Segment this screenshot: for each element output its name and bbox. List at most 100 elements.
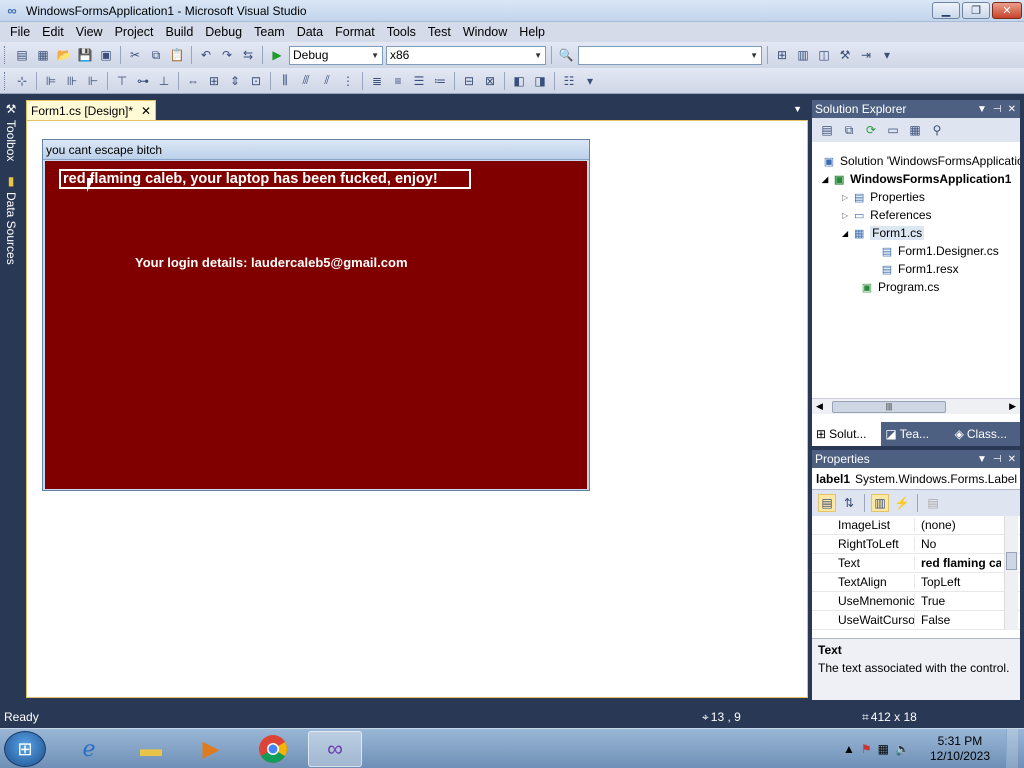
add-item-icon[interactable]: ▦ [34, 46, 52, 64]
align-tops-icon[interactable]: ⊤ [113, 72, 131, 90]
refresh-icon[interactable]: ⟳ [862, 121, 880, 139]
menu-edit[interactable]: Edit [36, 22, 70, 42]
platform-dropdown[interactable]: x86 ▼ [386, 45, 546, 65]
tab-class-view[interactable]: ◈ Class... [951, 422, 1020, 446]
scrollbar-thumb[interactable] [1006, 552, 1017, 570]
solution-explorer-icon[interactable]: ⊞ [773, 46, 791, 64]
menu-help[interactable]: Help [513, 22, 551, 42]
vertical-scrollbar[interactable] [1004, 516, 1018, 630]
show-desktop-button[interactable] [1006, 729, 1018, 768]
tree-node-form1-resx[interactable]: ▤ Form1.resx [880, 260, 959, 278]
clock[interactable]: 5:31 PM 12/10/2023 [930, 734, 990, 764]
expanded-arrow-icon[interactable]: ◢ [822, 175, 828, 184]
start-button[interactable]: ⊞ [4, 731, 46, 767]
close-panel-icon[interactable]: ✕ [1008, 454, 1016, 465]
increase-vertical-spacing-icon[interactable]: ≡ [389, 72, 407, 90]
show-all-files-icon[interactable]: ⧉ [840, 121, 858, 139]
cut-icon[interactable]: ✂ [126, 46, 144, 64]
form-designer-window[interactable]: you cant escape bitch red flaming caleb,… [42, 139, 590, 491]
start-page-icon[interactable]: ⇥ [857, 46, 875, 64]
horizontal-spacing-icon[interactable]: ⫼ [276, 72, 294, 90]
events-lightning-icon[interactable]: ⚡ [893, 494, 911, 512]
property-pages-icon[interactable]: ▤ [924, 494, 942, 512]
align-bottoms-icon[interactable]: ⊥ [155, 72, 173, 90]
properties-icon[interactable]: ▤ [818, 121, 836, 139]
close-tab-icon[interactable]: ✕ [141, 104, 151, 118]
menu-build[interactable]: Build [159, 22, 199, 42]
file-explorer-icon[interactable]: ▬ [124, 731, 178, 767]
property-row[interactable]: UseWaitCursor False [812, 611, 1020, 630]
menu-test[interactable]: Test [422, 22, 457, 42]
property-row[interactable]: ImageList (none) [812, 516, 1020, 535]
copy-icon[interactable]: ⧉ [147, 46, 165, 64]
property-value[interactable]: True [915, 594, 1001, 608]
new-project-icon[interactable]: ▤ [13, 46, 31, 64]
make-same-height-icon[interactable]: ⇕ [226, 72, 244, 90]
navigate-icon[interactable]: ⇆ [239, 46, 257, 64]
menu-view[interactable]: View [70, 22, 109, 42]
data-sources-tab[interactable]: ▮ Data Sources [2, 174, 20, 265]
toolbar-grip[interactable] [4, 71, 7, 90]
open-file-icon[interactable]: 📂 [55, 46, 73, 64]
internet-explorer-icon[interactable]: ℯ [62, 731, 116, 767]
tree-node-form1[interactable]: ◢ ▦ Form1.cs [842, 224, 925, 242]
tab-solution-explorer[interactable]: ⊞ Solut... [812, 422, 882, 446]
undo-icon[interactable]: ↶ [197, 46, 215, 64]
start-debugging-icon[interactable]: ▶ [268, 46, 286, 64]
tree-node-solution[interactable]: ▣ Solution 'WindowsFormsApplication1' [822, 152, 1020, 170]
property-row[interactable]: UseMnemonic True [812, 592, 1020, 611]
size-to-grid-icon[interactable]: ⊞ [205, 72, 223, 90]
scroll-right-icon[interactable]: ▶ [1009, 401, 1016, 412]
collapsed-arrow-icon[interactable]: ▷ [842, 211, 848, 220]
tab-form1-design[interactable]: Form1.cs [Design]* ✕ [26, 100, 156, 120]
property-row[interactable]: RightToLeft No [812, 535, 1020, 554]
tree-node-properties[interactable]: ▷ ▤ Properties [842, 188, 925, 206]
toolbox-tab[interactable]: ⚒ Toolbox [2, 102, 20, 161]
toolbox-icon[interactable]: ⚒ [836, 46, 854, 64]
property-value[interactable]: False [915, 613, 1001, 627]
view-designer-icon[interactable]: ▦ [906, 121, 924, 139]
categorized-icon[interactable]: ▤ [818, 494, 836, 512]
align-centers-icon[interactable]: ⊪ [63, 72, 81, 90]
save-all-icon[interactable]: ▣ [97, 46, 115, 64]
align-lefts-icon[interactable]: ⊫ [42, 72, 60, 90]
make-same-size-icon[interactable]: ⊡ [247, 72, 265, 90]
volume-icon[interactable]: 🔈 [895, 742, 910, 756]
properties-window-icon[interactable]: ▥ [794, 46, 812, 64]
menu-window[interactable]: Window [457, 22, 513, 42]
tree-node-project[interactable]: ◢ ▣ WindowsFormsApplication1 [822, 170, 1011, 188]
menu-format[interactable]: Format [329, 22, 381, 42]
make-same-width-icon[interactable]: ⇔ [184, 72, 202, 90]
scroll-left-icon[interactable]: ◀ [816, 401, 823, 412]
window-position-icon[interactable]: ▼ [977, 104, 987, 115]
toolbar-options-icon[interactable]: ▾ [878, 46, 896, 64]
action-center-icon[interactable]: ⚑ [861, 742, 872, 756]
tab-order-icon[interactable]: ☷ [560, 72, 578, 90]
window-position-icon[interactable]: ▼ [977, 454, 987, 465]
center-vertically-icon[interactable]: ⊠ [481, 72, 499, 90]
label1-selected[interactable]: red flaming caleb, your laptop has been … [59, 169, 471, 189]
close-button[interactable]: ✕ [992, 2, 1022, 19]
property-row[interactable]: TextAlign TopLeft [812, 573, 1020, 592]
horizontal-scrollbar[interactable]: ◀ ||| ▶ [812, 398, 1020, 414]
auto-hide-pin-icon[interactable]: ⊣ [993, 104, 1002, 115]
increase-horizontal-spacing-icon[interactable]: ⫻ [297, 72, 315, 90]
collapsed-arrow-icon[interactable]: ▷ [842, 193, 848, 202]
paste-icon[interactable]: 📋 [168, 46, 186, 64]
configuration-dropdown[interactable]: Debug ▼ [289, 45, 383, 65]
bring-to-front-icon[interactable]: ◧ [510, 72, 528, 90]
vertical-spacing-icon[interactable]: ≣ [368, 72, 386, 90]
property-value[interactable]: (none) [915, 518, 1001, 532]
tree-node-form1-designer[interactable]: ▤ Form1.Designer.cs [880, 242, 999, 260]
save-icon[interactable]: 💾 [76, 46, 94, 64]
minimize-button[interactable]: ▁ [932, 2, 960, 19]
alphabetical-icon[interactable]: ⇅ [840, 494, 858, 512]
tree-node-program[interactable]: ▣ Program.cs [860, 278, 940, 296]
property-value[interactable]: TopLeft [915, 575, 1001, 589]
scrollbar-thumb[interactable]: ||| [832, 401, 946, 413]
remove-vertical-spacing-icon[interactable]: ≔ [431, 72, 449, 90]
object-selector[interactable]: label1 System.Windows.Forms.Label [812, 468, 1020, 490]
object-browser-icon[interactable]: ◫ [815, 46, 833, 64]
class-diagram-icon[interactable]: ⚲ [928, 121, 946, 139]
close-panel-icon[interactable]: ✕ [1008, 104, 1016, 115]
